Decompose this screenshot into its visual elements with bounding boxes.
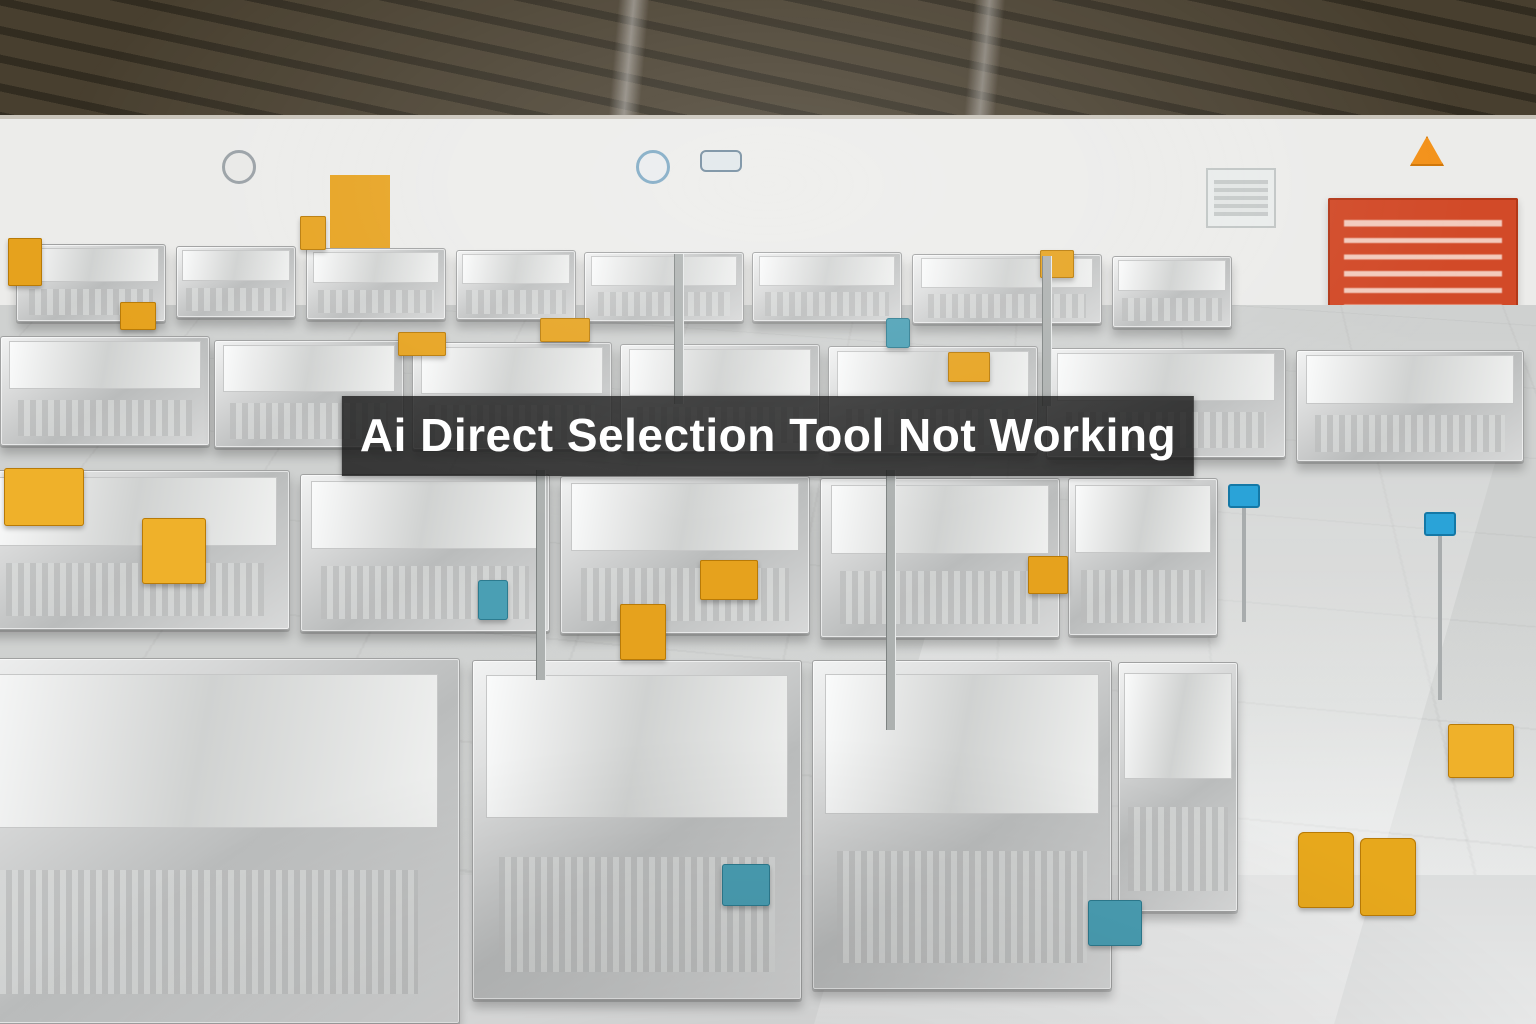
image-caption: Ai Direct Selection Tool Not Working — [342, 396, 1194, 476]
teal-unit — [478, 580, 508, 620]
factory-scene: Ai Direct Selection Tool Not Working — [0, 0, 1536, 1024]
support-post — [536, 470, 546, 680]
info-pole-plate-icon — [1228, 484, 1260, 508]
machine-large — [812, 660, 1112, 990]
machine — [820, 478, 1060, 638]
yellow-cart — [1448, 724, 1514, 778]
machine — [0, 336, 210, 446]
machine — [1068, 478, 1218, 636]
support-post — [674, 254, 684, 404]
teal-unit — [1088, 900, 1142, 946]
machine — [752, 252, 902, 322]
support-post — [886, 470, 896, 730]
yellow-panel — [398, 332, 446, 356]
info-pole-plate-icon — [1424, 512, 1456, 536]
machine — [560, 476, 810, 634]
info-pole — [1242, 492, 1246, 622]
machine — [300, 474, 550, 632]
machine — [456, 250, 576, 320]
info-pole — [1438, 520, 1442, 700]
machinery-field — [0, 0, 1536, 1024]
yellow-panel — [120, 302, 156, 330]
yellow-barrel — [1298, 832, 1354, 908]
machine — [584, 252, 744, 322]
yellow-panel — [620, 604, 666, 660]
machine — [306, 248, 446, 320]
yellow-panel — [700, 560, 758, 600]
support-post — [1042, 256, 1052, 406]
teal-unit — [886, 318, 910, 348]
yellow-panel — [948, 352, 990, 382]
machine-large — [0, 658, 460, 1024]
yellow-panel — [300, 216, 326, 250]
machine — [176, 246, 296, 318]
yellow-panel — [8, 238, 42, 286]
yellow-panel — [1028, 556, 1068, 594]
yellow-cart — [4, 468, 84, 526]
machine — [1112, 256, 1232, 328]
yellow-cart — [142, 518, 206, 584]
machine-large — [472, 660, 802, 1000]
yellow-panel — [540, 318, 590, 342]
machine — [1118, 662, 1238, 912]
teal-unit — [722, 864, 770, 906]
machine — [1296, 350, 1524, 462]
yellow-barrel — [1360, 838, 1416, 916]
